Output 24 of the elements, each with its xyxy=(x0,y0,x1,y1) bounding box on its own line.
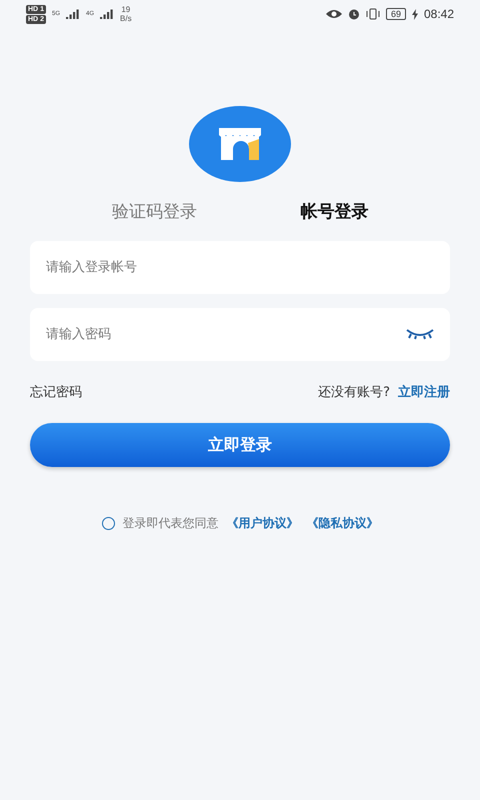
forgot-password-link[interactable]: 忘记密码 xyxy=(30,383,82,401)
login-button[interactable]: 立即登录 xyxy=(30,423,450,467)
no-account-text: 还没有账号? xyxy=(318,384,390,401)
eye-icon xyxy=(326,9,342,19)
vibrate-icon xyxy=(366,8,380,20)
speed-value: 19 xyxy=(121,5,130,14)
shop-logo-icon xyxy=(189,106,291,182)
login-tab[interactable]: 验证码登录 xyxy=(108,196,201,227)
login-tab[interactable]: 帐号登录 xyxy=(296,196,372,227)
charging-icon xyxy=(412,8,418,20)
agreement-checkbox[interactable] xyxy=(102,517,114,530)
speed-unit: B/s xyxy=(120,14,132,23)
register-link[interactable]: 立即注册 xyxy=(398,383,450,401)
eye-closed-icon[interactable] xyxy=(406,328,434,340)
password-field[interactable]: 请输入密码 xyxy=(30,308,450,361)
signal-icon xyxy=(100,9,114,19)
alarm-icon xyxy=(348,8,360,20)
account-field[interactable]: 请输入登录帐号 xyxy=(30,241,450,294)
agreement-text: 登录即代表您同意 xyxy=(122,515,218,532)
agreement-link[interactable]: 《隐私协议》 xyxy=(306,515,378,532)
clock: 08:42 xyxy=(424,7,454,21)
agreement-link[interactable]: 《用户协议》 xyxy=(226,515,298,532)
signal-icon xyxy=(66,9,80,19)
battery-level: 69 xyxy=(386,8,406,20)
